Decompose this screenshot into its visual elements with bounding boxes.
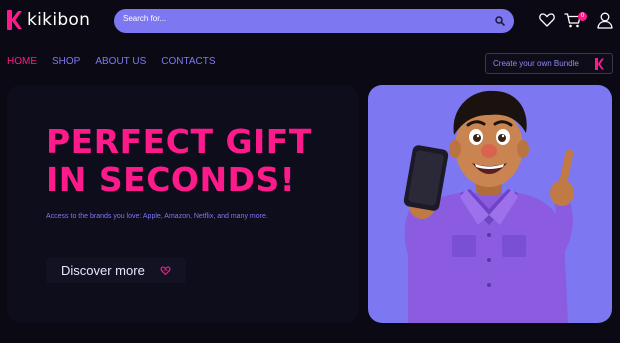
search-input[interactable]: Search for... [123, 14, 166, 23]
nav-item-about-us[interactable]: ABOUT US [95, 56, 146, 68]
man-with-phone-illustration [403, 90, 574, 323]
create-bundle-button[interactable]: Create your own Bundle [485, 53, 613, 74]
discover-more-label: Discover more [61, 263, 145, 278]
search-icon[interactable] [494, 15, 506, 27]
logo-k-mark [7, 10, 22, 30]
heart-icon[interactable] [538, 11, 556, 29]
nav-item-shop[interactable]: SHOP [52, 56, 80, 68]
kikibon-k-icon [595, 58, 604, 70]
search-bar[interactable]: Search for... [114, 9, 514, 33]
nav-item-home[interactable]: HOME [7, 56, 37, 68]
cart-count-badge: 0 [578, 12, 587, 21]
main-nav: HOME SHOP ABOUT US CONTACTS [7, 56, 231, 68]
hero-title-line-2: IN SECONDS! [46, 160, 296, 199]
discover-more-button[interactable]: Discover more [46, 258, 186, 283]
nav-item-contacts[interactable]: CONTACTS [161, 56, 215, 68]
brand-name: kikibon [27, 10, 91, 30]
hero-card [7, 85, 359, 323]
gift-heart-icon [160, 266, 171, 276]
hero-title-line-1: PERFECT GIFT [46, 122, 312, 161]
brand-logo[interactable]: kikibon [7, 10, 90, 30]
hero-title: PERFECT GIFT IN SECONDS! [46, 123, 312, 199]
user-icon[interactable] [596, 11, 614, 29]
create-bundle-label: Create your own Bundle [493, 59, 579, 68]
site-header: kikibon Search for... 0 [0, 0, 620, 42]
hero-illustration [368, 85, 612, 323]
hero-subtitle: Access to the brands you love: Apple, Am… [46, 213, 268, 220]
